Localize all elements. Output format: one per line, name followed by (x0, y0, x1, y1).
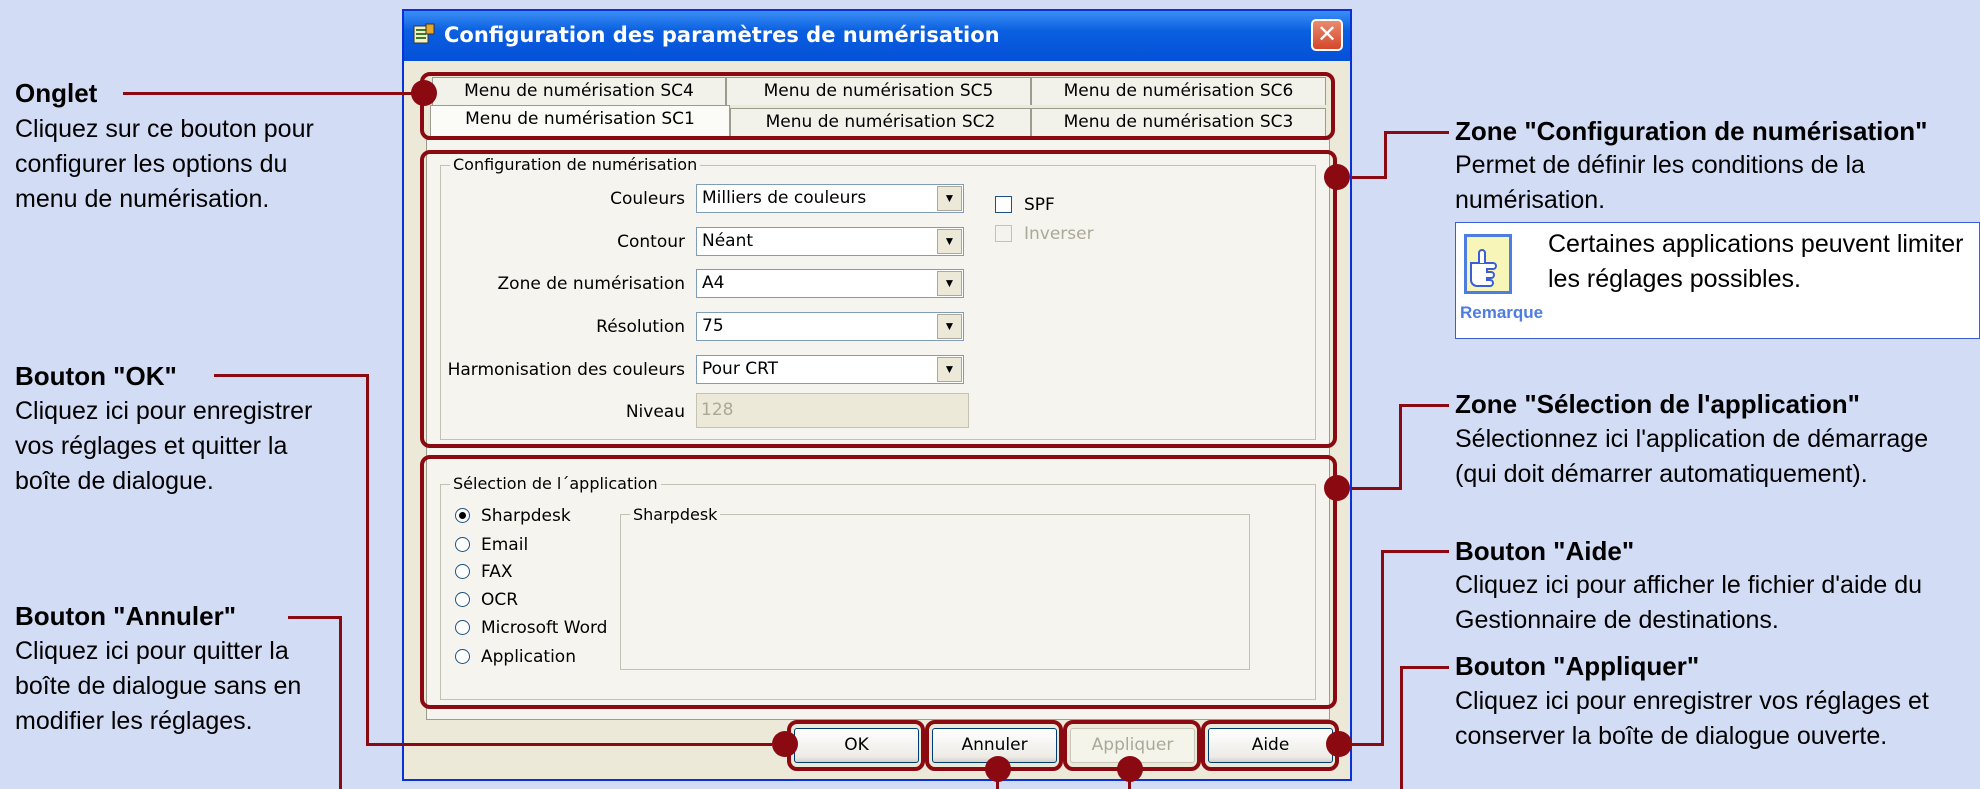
app-zone-dot (1324, 475, 1350, 501)
cancel-dot (985, 756, 1011, 782)
ok-highlight (787, 720, 925, 771)
callout-app-zone-desc: Sélectionnez ici l'application de démarr… (1455, 425, 1929, 488)
note-label: Remarque (1460, 303, 1544, 322)
scan-zone-dot (1324, 164, 1350, 190)
callout-ok-desc: Cliquez ici pour enregistrer vos réglage… (15, 397, 313, 495)
cancel-connector (339, 616, 342, 789)
app-zone-connector (1399, 404, 1449, 407)
callout-apply-desc: Cliquez ici pour enregistrer vos réglage… (1455, 687, 1929, 750)
help-connector (1381, 550, 1449, 553)
tab-connector (123, 92, 412, 95)
dialog-title: Configuration des paramètres de numérisa… (444, 23, 1000, 47)
apply-dot (1117, 756, 1143, 782)
callout-tab-desc: Cliquez sur ce bouton pour configurer le… (15, 115, 314, 213)
tabs-highlight (420, 72, 1335, 140)
callout-help-desc: Cliquez ici pour afficher le fichier d'a… (1455, 571, 1923, 634)
callout-scan-zone-desc: Permet de définir les conditions de la n… (1455, 151, 1865, 214)
ok-connector (366, 743, 772, 746)
callout-scan-zone-title: Zone "Configuration de numérisation" (1455, 116, 1928, 146)
scan-zone-connector (1384, 131, 1387, 179)
help-connector (1381, 550, 1384, 746)
pointing-hand-icon (1464, 234, 1512, 294)
note-box: Remarque Certaines applications peuvent … (1455, 222, 1980, 339)
callout-apply-title: Bouton "Appliquer" (1455, 651, 1700, 681)
callout-ok-title: Bouton "OK" (15, 361, 177, 391)
apply-side-connector (1400, 666, 1449, 669)
scan-zone-connector (1384, 131, 1449, 134)
note-text: Certaines applications peuvent limiter l… (1548, 230, 1964, 293)
help-dot (1326, 731, 1352, 757)
callout-app-zone-title: Zone "Sélection de l'application" (1455, 389, 1861, 419)
callout-cancel-desc: Cliquez ici pour quitter la boîte de dia… (15, 637, 302, 735)
tab-callout-dot (411, 80, 437, 106)
cancel-connector (288, 616, 342, 619)
scan-zone-connector (1352, 176, 1387, 179)
ok-dot (772, 731, 798, 757)
help-highlight (1201, 720, 1339, 771)
callout-tab-title: Onglet (15, 78, 98, 108)
callout-help-title: Bouton "Aide" (1455, 536, 1635, 566)
ok-connector (214, 374, 369, 377)
app-zone-connector (1352, 487, 1402, 490)
app-select-highlight (420, 455, 1337, 709)
help-connector (1352, 743, 1384, 746)
close-button[interactable]: ✕ (1311, 19, 1343, 51)
scan-config-highlight (420, 150, 1337, 448)
app-icon (413, 23, 435, 45)
apply-side-connector (1400, 666, 1403, 789)
ok-connector (366, 374, 369, 746)
app-zone-connector (1399, 404, 1402, 490)
callout-cancel-title: Bouton "Annuler" (15, 601, 237, 631)
